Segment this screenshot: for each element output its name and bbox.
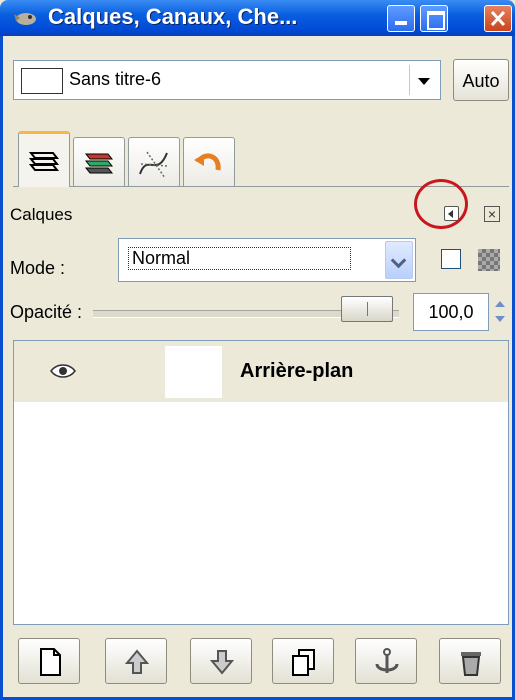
image-selector[interactable]: Sans titre-6 bbox=[13, 60, 441, 100]
layers-list[interactable]: Arrière-plan bbox=[13, 340, 509, 625]
layer-row[interactable]: Arrière-plan bbox=[14, 341, 508, 402]
trash-icon bbox=[461, 652, 481, 676]
anchor-layer-button[interactable] bbox=[355, 638, 417, 684]
new-layer-icon bbox=[40, 648, 61, 676]
close-icon bbox=[490, 10, 506, 27]
eye-icon[interactable] bbox=[50, 363, 76, 379]
title-bar[interactable]: Calques, Canaux, Che... bbox=[0, 0, 515, 36]
tab-paths[interactable] bbox=[128, 137, 180, 186]
lower-layer-button[interactable] bbox=[190, 638, 252, 684]
lock-alpha-icon bbox=[478, 249, 500, 271]
lower-layer-icon bbox=[209, 650, 235, 675]
opacity-slider-handle[interactable] bbox=[341, 296, 393, 322]
anchor-icon bbox=[375, 648, 399, 673]
mode-select[interactable]: Normal bbox=[118, 238, 416, 282]
close-button[interactable] bbox=[484, 5, 512, 32]
raise-layer-icon bbox=[124, 649, 150, 674]
spin-down-icon[interactable] bbox=[495, 316, 505, 322]
tab-layers[interactable] bbox=[18, 131, 70, 187]
undo-icon bbox=[194, 153, 221, 171]
gimp-icon bbox=[14, 13, 36, 25]
tab-undo-history[interactable] bbox=[183, 137, 235, 186]
maximize-button[interactable] bbox=[420, 5, 448, 32]
chevron-down-icon[interactable] bbox=[409, 65, 436, 95]
spin-up-icon[interactable] bbox=[495, 301, 505, 307]
close-icon[interactable]: × bbox=[484, 206, 500, 222]
delete-layer-button[interactable] bbox=[439, 638, 501, 684]
opacity-label: Opacité : bbox=[10, 302, 83, 322]
tab-channels[interactable] bbox=[73, 137, 125, 186]
lock-alpha-checkbox[interactable] bbox=[441, 249, 461, 269]
new-layer-button[interactable] bbox=[18, 638, 80, 684]
image-name: Sans titre-6 bbox=[69, 69, 162, 89]
dock-title: Calques bbox=[10, 205, 73, 224]
auto-button[interactable]: Auto bbox=[453, 59, 509, 101]
paths-icon bbox=[139, 151, 168, 179]
image-thumbnail bbox=[21, 68, 63, 94]
highlight-circle bbox=[414, 179, 468, 229]
layer-name[interactable]: Arrière-plan bbox=[240, 360, 353, 383]
minimize-button[interactable] bbox=[387, 5, 415, 32]
layers-icon bbox=[28, 152, 60, 171]
mode-label: Mode : bbox=[10, 258, 66, 278]
window-title: Calques, Canaux, Che... bbox=[48, 4, 298, 29]
duplicate-layer-icon bbox=[292, 649, 315, 676]
raise-layer-button[interactable] bbox=[105, 638, 167, 684]
channels-icon bbox=[84, 153, 114, 174]
duplicate-layer-button[interactable] bbox=[272, 638, 334, 684]
chevron-down-icon[interactable] bbox=[385, 241, 413, 279]
opacity-spinner[interactable] bbox=[491, 294, 509, 330]
mode-value: Normal bbox=[128, 247, 352, 270]
opacity-field[interactable]: 100,0 bbox=[413, 293, 489, 331]
layer-thumbnail bbox=[165, 346, 222, 398]
